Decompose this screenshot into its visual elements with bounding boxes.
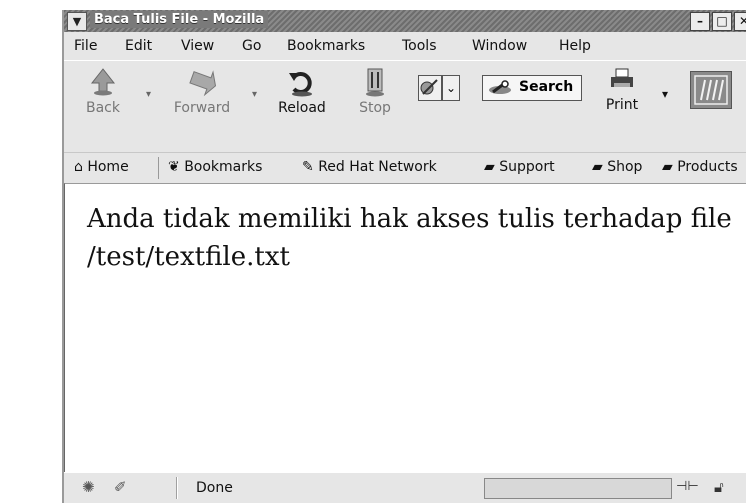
menu-bar: File Edit View Go Bookmarks Tools Window…: [64, 34, 746, 60]
menu-help[interactable]: Help: [559, 38, 591, 54]
window-menu-button[interactable]: ▼: [67, 12, 87, 31]
printer-icon: [611, 68, 633, 87]
bookmarks-icon: ❦: [168, 159, 180, 175]
search-icon: [489, 80, 511, 94]
menu-view[interactable]: View: [181, 38, 214, 54]
bookmark-support[interactable]: ▰ Support: [484, 159, 555, 175]
folder-icon: ▰: [592, 159, 603, 175]
menu-edit[interactable]: Edit: [125, 38, 152, 54]
bookmark-red-hat-network[interactable]: ✎ Red Hat Network: [302, 159, 437, 175]
forward-button[interactable]: Forward: [166, 67, 238, 116]
menu-window[interactable]: Window: [472, 38, 527, 54]
home-icon: ⌂: [74, 159, 83, 175]
composer-icon[interactable]: ✐: [114, 478, 127, 496]
bookmarks-toolbar: ⌂ Home ❦ Bookmarks ✎ Red Hat Network ▰ S…: [64, 152, 746, 184]
minimize-button[interactable]: –: [690, 12, 710, 31]
security-lock-icon[interactable]: 🔓︎: [714, 478, 724, 496]
bookmark-home[interactable]: ⌂ Home: [74, 159, 129, 175]
print-label: Print: [605, 97, 639, 113]
folder-icon: ▰: [662, 159, 673, 175]
title-bar[interactable]: ▼ Baca Tulis File - Mozilla – □ ✕: [64, 10, 746, 32]
menu-file[interactable]: File: [74, 38, 97, 54]
forward-dropdown-icon[interactable]: ▾: [252, 89, 257, 100]
navigator-icon[interactable]: ✺: [82, 478, 95, 496]
bookmark-red-hat-network-label: Red Hat Network: [318, 159, 437, 175]
status-bar: ✺ ✐ Done ⊣⊢ 🔓︎: [64, 472, 746, 504]
search-label: Search: [519, 79, 574, 95]
stop-icon: [366, 68, 384, 97]
bookmark-products-label: Products: [677, 159, 738, 175]
search-engine-button[interactable]: [418, 75, 442, 101]
back-label: Back: [86, 100, 120, 116]
stop-button[interactable]: Stop: [354, 67, 396, 116]
search-engine-dropdown-icon[interactable]: ⌄: [442, 75, 460, 101]
bookmark-bookmarks[interactable]: ❦ Bookmarks: [168, 159, 262, 175]
forward-arrow-icon: [189, 70, 217, 97]
navigation-toolbar: Back ▾ Forward ▾ Reload Stop ⌄ Search Pr…: [64, 60, 746, 153]
status-separator: [176, 477, 178, 499]
reload-icon: [289, 72, 312, 97]
print-dropdown-icon[interactable]: ▾: [662, 87, 668, 101]
progress-bar: [484, 478, 672, 499]
stop-label: Stop: [359, 100, 391, 116]
bookmark-shop[interactable]: ▰ Shop: [592, 159, 642, 175]
page-content: Anda tidak memiliki hak akses tulis terh…: [64, 183, 746, 472]
menu-go[interactable]: Go: [242, 38, 261, 54]
folder-icon: ▰: [484, 159, 495, 175]
reload-button[interactable]: Reload: [270, 67, 334, 116]
search-engine-icon: [420, 79, 438, 95]
back-dropdown-icon[interactable]: ▾: [146, 89, 151, 100]
mozilla-throbber[interactable]: [690, 71, 732, 109]
redhat-network-icon: ✎: [302, 159, 314, 175]
online-status-icon[interactable]: ⊣⊢: [676, 479, 699, 494]
menu-tools[interactable]: Tools: [402, 38, 437, 54]
bookmark-bookmarks-label: Bookmarks: [184, 159, 263, 175]
toolbar-separator: [158, 157, 159, 179]
maximize-button[interactable]: □: [712, 12, 732, 31]
menu-bookmarks[interactable]: Bookmarks: [287, 38, 365, 54]
status-text: Done: [196, 480, 233, 496]
error-message: Anda tidak memiliki hak akses tulis terh…: [87, 204, 732, 272]
back-button[interactable]: Back: [78, 67, 128, 116]
bookmark-products[interactable]: ▰ Products: [662, 159, 738, 175]
search-button[interactable]: Search: [482, 75, 582, 101]
bookmark-home-label: Home: [87, 159, 129, 175]
print-button[interactable]: Print: [602, 67, 642, 113]
bookmark-support-label: Support: [499, 159, 555, 175]
forward-label: Forward: [173, 100, 231, 116]
bookmark-shop-label: Shop: [607, 159, 643, 175]
back-arrow-icon: [90, 68, 116, 96]
close-button[interactable]: ✕: [734, 12, 746, 31]
window-title: Baca Tulis File - Mozilla: [90, 11, 269, 28]
browser-window: ▼ Baca Tulis File - Mozilla – □ ✕ File E…: [62, 10, 746, 503]
reload-label: Reload: [278, 100, 326, 116]
mozilla-logo-icon: [694, 75, 728, 105]
